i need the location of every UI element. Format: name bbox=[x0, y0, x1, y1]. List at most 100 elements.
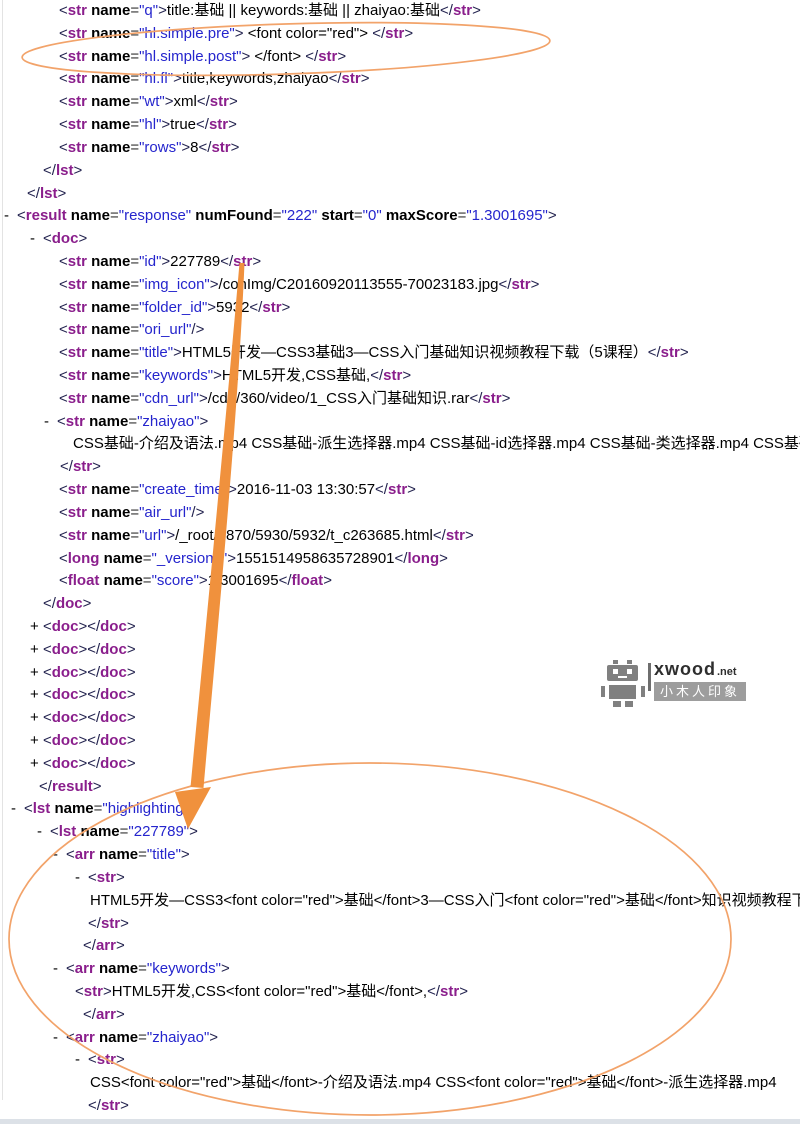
collapse-toggle-icon[interactable]: - bbox=[53, 1027, 66, 1050]
collapse-toggle-icon[interactable]: - bbox=[53, 958, 66, 981]
collapse-toggle-icon[interactable]: - bbox=[53, 844, 66, 867]
xml-token-t: str bbox=[68, 70, 87, 87]
xml-token-eq: = bbox=[143, 572, 152, 589]
expand-toggle-icon[interactable]: + bbox=[30, 707, 43, 730]
collapse-toggle-icon[interactable]: - bbox=[11, 798, 24, 821]
xml-token-br: < bbox=[59, 572, 68, 589]
xml-token-br: < bbox=[50, 823, 59, 840]
xml-token-br: < bbox=[59, 299, 68, 316]
xml-token-br: > bbox=[127, 641, 136, 658]
xml-line: <str name="url">/_root/5870/5930/5932/t_… bbox=[0, 525, 800, 548]
xml-token-x: CSS<font color="red">基础</font>-介绍及语法.mp4… bbox=[90, 1074, 777, 1091]
xml-token-br: > bbox=[361, 70, 370, 87]
xml-token-v: "0" bbox=[363, 207, 382, 224]
xml-token-br: < bbox=[59, 2, 68, 19]
xml-token-t: str bbox=[68, 139, 87, 156]
xml-line: <str name="id">227789</str> bbox=[0, 251, 800, 274]
xml-token-br: </ bbox=[305, 48, 318, 65]
xml-token-a: name bbox=[95, 1029, 138, 1046]
xml-token-a: name bbox=[87, 70, 130, 87]
xml-line: <str name="img_icon">/conImg/C2016092011… bbox=[0, 274, 800, 297]
xml-token-t: doc bbox=[100, 755, 127, 772]
expand-toggle-icon[interactable]: + bbox=[30, 730, 43, 753]
xml-token-x: HTML5开发—CSS3<font color="red">基础</font>3… bbox=[90, 892, 800, 909]
xml-token-v: "hl.simple.post" bbox=[139, 48, 241, 65]
xml-token-t: doc bbox=[100, 618, 127, 635]
xml-token-x: <font color="red"> bbox=[244, 25, 373, 42]
xml-token-t: str bbox=[68, 481, 87, 498]
xml-token-br: > bbox=[78, 641, 87, 658]
xml-token-br: > bbox=[78, 618, 87, 635]
xml-token-t: str bbox=[97, 869, 116, 886]
xml-token-br: > bbox=[241, 48, 250, 65]
collapse-toggle-icon[interactable]: - bbox=[75, 867, 88, 890]
xml-token-v: "1.3001695" bbox=[466, 207, 548, 224]
xml-token-t: doc bbox=[52, 618, 79, 635]
xml-line: <str name="ori_url"/> bbox=[0, 319, 800, 342]
xml-token-a: name bbox=[87, 2, 130, 19]
xml-token-t: str bbox=[68, 48, 87, 65]
xml-token-eq: = bbox=[130, 367, 139, 384]
xml-token-br: < bbox=[43, 230, 52, 247]
xml-token-v: "rows" bbox=[139, 139, 181, 156]
xml-token-br: > bbox=[173, 344, 182, 361]
xml-token-x: 1551514958635728901 bbox=[236, 550, 395, 567]
xml-line: </arr> bbox=[0, 1004, 800, 1027]
expand-toggle-icon[interactable]: + bbox=[30, 616, 43, 639]
expand-toggle-icon[interactable]: + bbox=[30, 639, 43, 662]
xml-token-br: > bbox=[323, 572, 332, 589]
xml-line: <str>HTML5开发,CSS<font color="red">基础</fo… bbox=[0, 981, 800, 1004]
xml-token-eq: = bbox=[130, 93, 139, 110]
xml-token-t: str bbox=[66, 413, 85, 430]
watermark-separator bbox=[648, 663, 651, 691]
xml-token-a: name bbox=[87, 481, 130, 498]
xml-token-br: > bbox=[439, 550, 448, 567]
xml-line: +<doc></doc> bbox=[0, 616, 800, 639]
xml-token-br: </ bbox=[499, 276, 512, 293]
xml-token-t: str bbox=[68, 390, 87, 407]
xml-token-br: < bbox=[24, 800, 33, 817]
xml-token-br: > bbox=[252, 253, 261, 270]
xml-line: <str name="title">HTML5开发—CSS3基础3—CSS入门基… bbox=[0, 342, 800, 365]
xml-line: +<doc></doc> bbox=[0, 753, 800, 776]
xml-token-v: "keywords" bbox=[139, 367, 213, 384]
collapse-toggle-icon[interactable]: - bbox=[30, 228, 43, 251]
xml-token-x: HTML5开发—CSS3基础3—CSS入门基础知识视频教程下载（5课程） bbox=[182, 344, 648, 361]
collapse-toggle-icon[interactable]: - bbox=[4, 205, 17, 228]
xml-token-br: > bbox=[189, 800, 198, 817]
xml-token-eq: = bbox=[130, 504, 139, 521]
xml-token-t: float bbox=[292, 572, 324, 589]
xml-token-eq: = bbox=[354, 207, 363, 224]
xml-line: -<str> bbox=[0, 1049, 800, 1072]
expand-toggle-icon[interactable]: + bbox=[30, 753, 43, 776]
xml-token-v: "id" bbox=[139, 253, 161, 270]
xml-token-br: </ bbox=[39, 778, 52, 795]
xml-token-br: </ bbox=[83, 937, 96, 954]
xml-token-br: </ bbox=[648, 344, 661, 361]
expand-toggle-icon[interactable]: + bbox=[30, 662, 43, 685]
xml-token-x: 2016-11-03 13:30:57 bbox=[237, 481, 375, 498]
xml-token-br: > bbox=[404, 25, 413, 42]
xml-token-a: start bbox=[317, 207, 354, 224]
xml-token-t: str bbox=[97, 1051, 116, 1068]
xml-token-br: < bbox=[59, 481, 68, 498]
xml-token-t: str bbox=[342, 70, 361, 87]
xml-token-br: </ bbox=[43, 162, 56, 179]
collapse-toggle-icon[interactable]: - bbox=[44, 411, 57, 434]
expand-toggle-icon[interactable]: + bbox=[30, 684, 43, 707]
xml-token-br: > bbox=[235, 25, 244, 42]
xml-token-a: name bbox=[87, 139, 130, 156]
collapse-toggle-icon[interactable]: - bbox=[75, 1049, 88, 1072]
xml-token-br: </ bbox=[87, 755, 100, 772]
xml-line: -<arr name="keywords"> bbox=[0, 958, 800, 981]
xml-token-eq: = bbox=[130, 276, 139, 293]
xml-token-t: str bbox=[383, 367, 402, 384]
collapse-toggle-icon[interactable]: - bbox=[37, 821, 50, 844]
xml-token-br: </ bbox=[433, 527, 446, 544]
xml-token-a: name bbox=[67, 207, 110, 224]
xml-token-br: </ bbox=[88, 1097, 101, 1114]
xml-token-eq: = bbox=[130, 390, 139, 407]
xml-token-x: 227789 bbox=[170, 253, 220, 270]
watermark-logo: xwood.net 小木人印象 bbox=[600, 659, 746, 707]
xml-line: </lst> bbox=[0, 160, 800, 183]
